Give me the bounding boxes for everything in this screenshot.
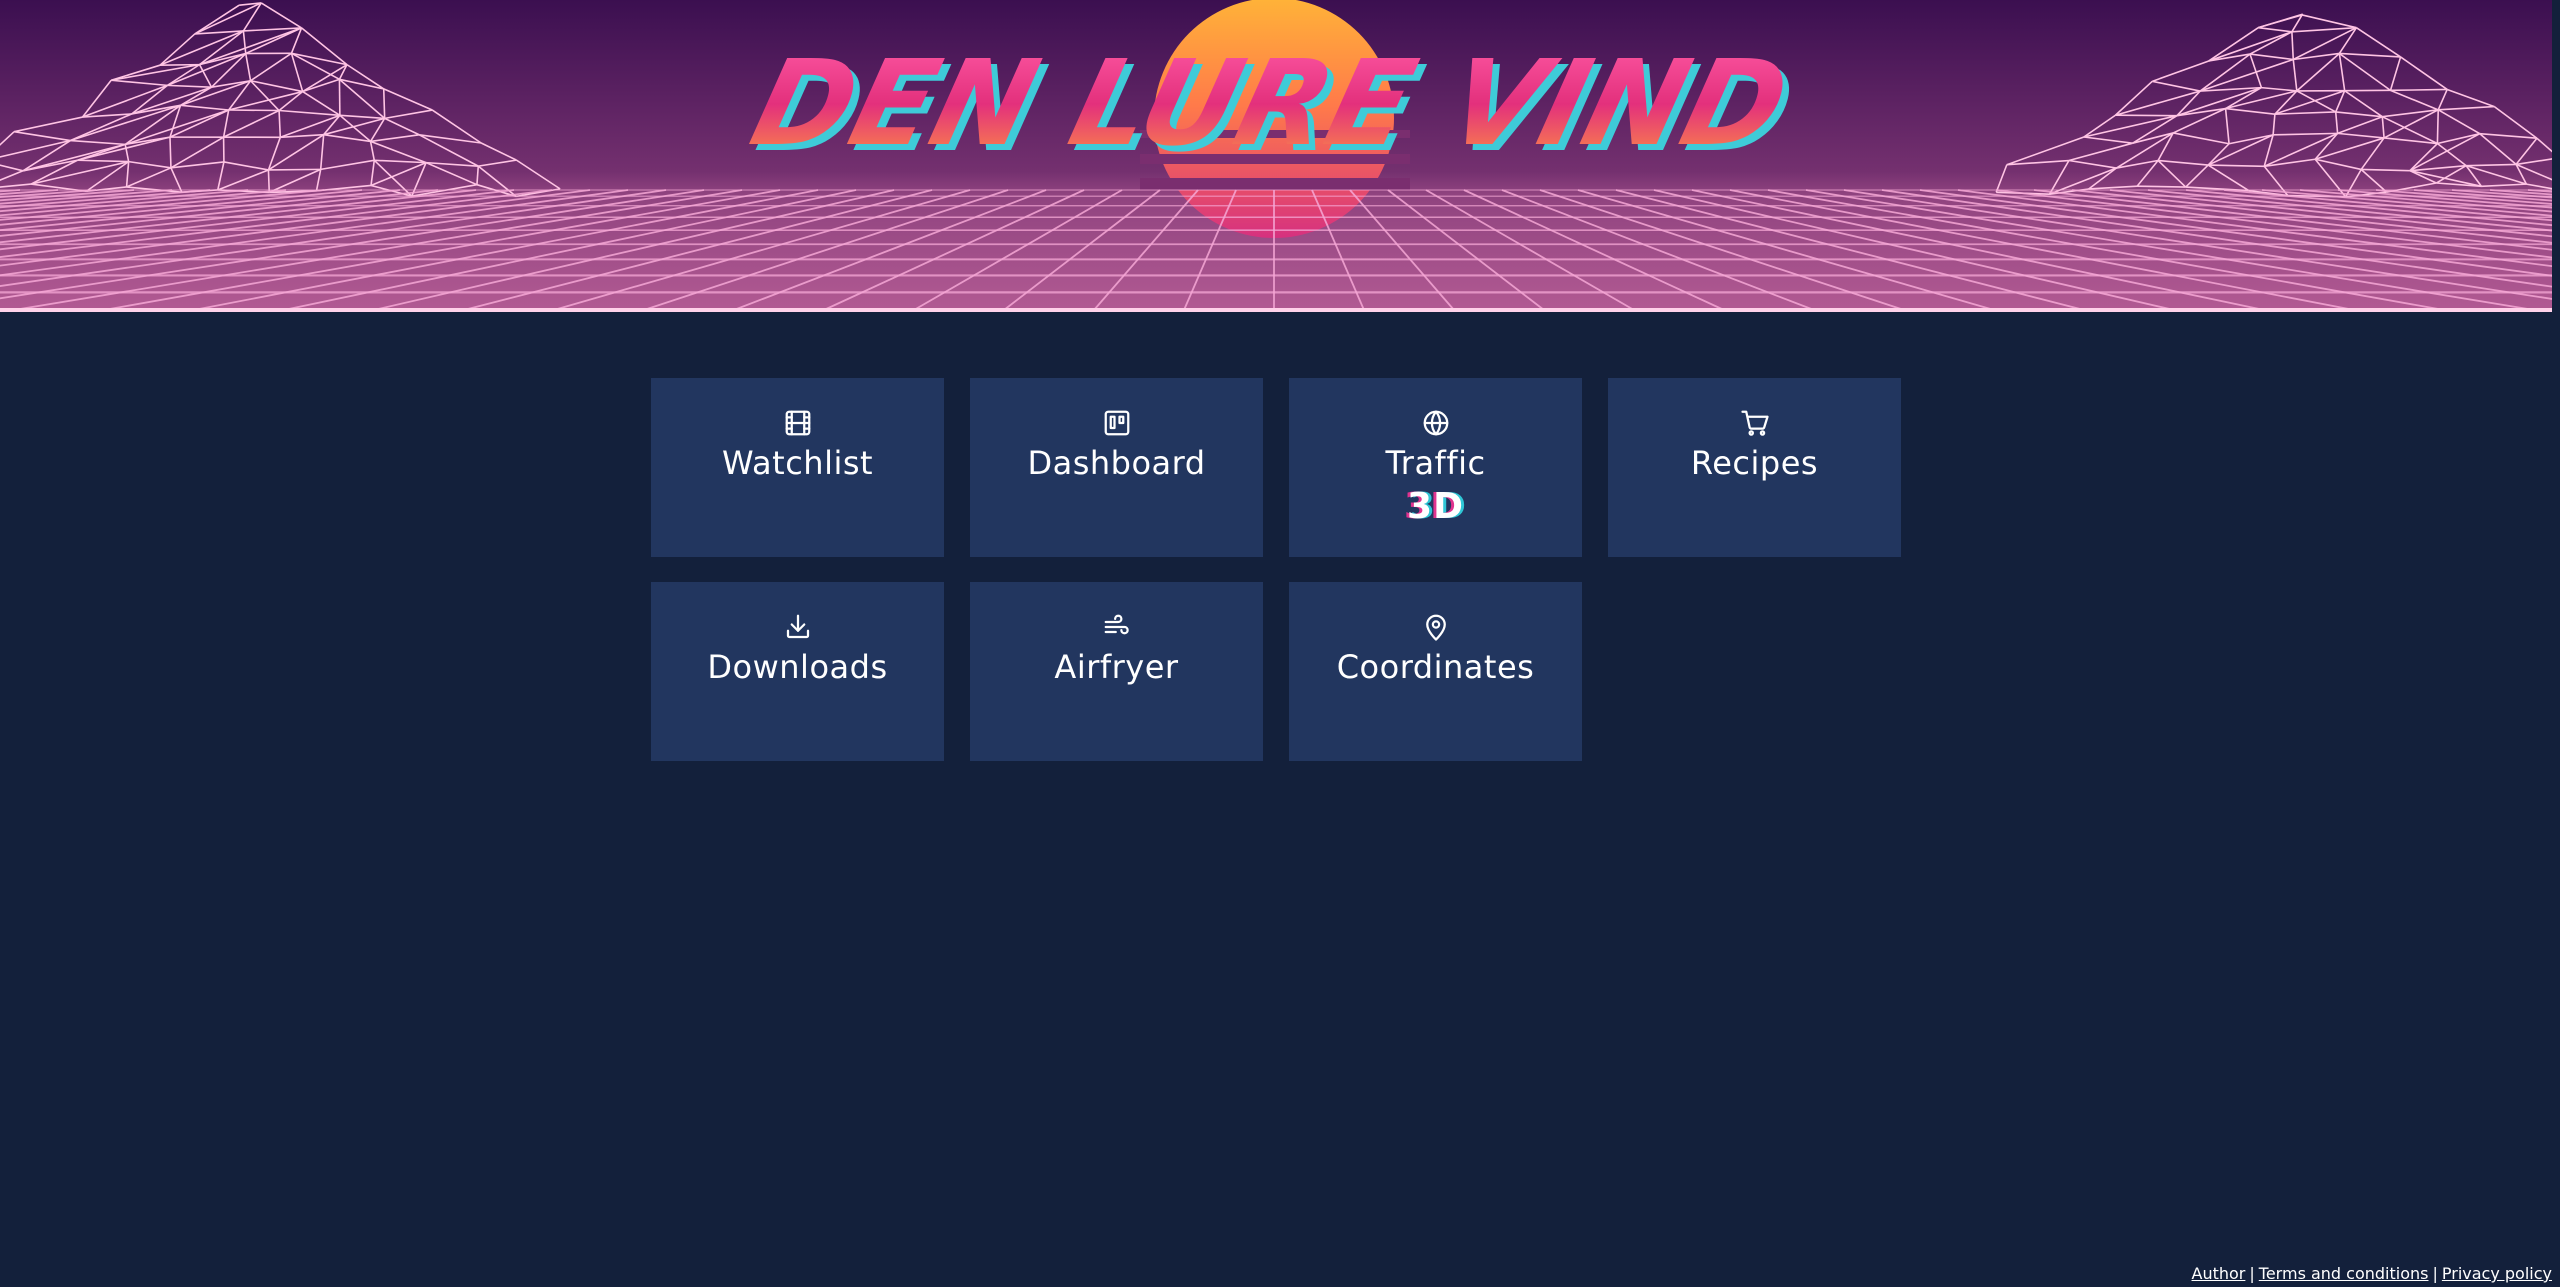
tile-traffic[interactable]: Traffic 3D (1289, 378, 1582, 557)
logo-text: DEN LURE VIND (739, 36, 1800, 173)
download-icon (783, 612, 813, 642)
footer-links: Author | Terms and conditions | Privacy poli… (2192, 1264, 2552, 1283)
tile-label: Dashboard (1027, 444, 1206, 482)
shopping-cart-icon (1740, 408, 1770, 438)
tile-recipes[interactable]: Recipes (1608, 378, 1901, 557)
terms-link[interactable]: Terms and conditions (2259, 1264, 2429, 1283)
tile-label: Watchlist (721, 444, 874, 482)
tile-label: Airfryer (1054, 648, 1179, 686)
wind-icon (1102, 612, 1132, 642)
tile-label: Downloads (707, 648, 888, 686)
kanban-board-icon (1102, 408, 1132, 438)
tile-label: Traffic (1385, 444, 1486, 482)
footer-separator: | (2432, 1264, 2438, 1283)
film-icon (783, 408, 813, 438)
globe-icon (1421, 408, 1451, 438)
badge-3d: 3D (1407, 486, 1464, 527)
synthwave-landscape: DEN LURE VIND DEN LURE VIND (0, 0, 2552, 320)
tile-label: Recipes (1690, 444, 1819, 482)
logo: DEN LURE VIND DEN LURE VIND (739, 36, 1807, 179)
tile-airfryer[interactable]: Airfryer (970, 582, 1263, 761)
synthwave-header-banner: DEN LURE VIND DEN LURE VIND (0, 0, 2552, 320)
privacy-policy-link[interactable]: Privacy policy (2442, 1264, 2552, 1283)
tile-dashboard[interactable]: Dashboard (970, 378, 1263, 557)
author-link[interactable]: Author (2192, 1264, 2246, 1283)
footer-separator: | (2249, 1264, 2255, 1283)
tile-downloads[interactable]: Downloads (651, 582, 944, 761)
map-pin-icon (1421, 612, 1451, 642)
tile-watchlist[interactable]: Watchlist (651, 378, 944, 557)
tile-label: Coordinates (1336, 648, 1535, 686)
tile-coordinates[interactable]: Coordinates (1289, 582, 1582, 761)
